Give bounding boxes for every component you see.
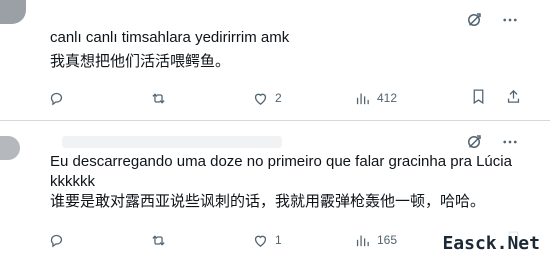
heart-icon (254, 235, 267, 247)
post-1-top-actions (464, 10, 520, 30)
site-watermark: Easck.Net (438, 231, 544, 256)
post-text-original: canlı canlı timsahlara yedirirrim amk (50, 29, 290, 46)
reply-icon (50, 234, 63, 247)
heart-icon (254, 93, 267, 105)
not-interested-icon[interactable] (464, 10, 484, 30)
post-text-translation: 我真想把他们活活喂鳄鱼。 (50, 53, 231, 70)
repost-icon (152, 92, 165, 104)
like-button[interactable]: 2 (252, 90, 354, 107)
reply-button[interactable] (48, 232, 150, 249)
repost-button[interactable] (150, 90, 252, 107)
avatar[interactable] (0, 136, 20, 160)
repost-icon (152, 234, 165, 246)
repost-button[interactable] (150, 232, 252, 249)
post-2-top-actions (464, 132, 520, 152)
post-1[interactable]: canlı canlı timsahlara yedirirrim amk 我真… (0, 0, 550, 121)
views-button[interactable]: 412 (354, 90, 456, 107)
avatar[interactable] (0, 0, 26, 24)
views-icon (356, 93, 369, 104)
reply-button[interactable] (48, 90, 150, 107)
like-count: 2 (275, 91, 282, 105)
more-options-icon[interactable] (500, 132, 520, 152)
post-text-translation: 谁要是敢对露西亚说些讽刺的话，我就用霰弹枪轰他一顿，哈哈。 (50, 193, 486, 210)
view-count: 165 (377, 233, 398, 247)
bookmark-icon[interactable] (470, 88, 487, 108)
share-icon[interactable] (505, 88, 522, 108)
reply-icon (50, 92, 63, 105)
views-icon (356, 235, 369, 246)
redacted-author (62, 136, 282, 148)
not-interested-icon[interactable] (464, 132, 484, 152)
view-count: 412 (377, 91, 398, 105)
post-1-action-bar: 2 412 (48, 88, 522, 108)
like-count: 1 (275, 233, 282, 247)
like-button[interactable]: 1 (252, 232, 354, 249)
more-options-icon[interactable] (500, 10, 520, 30)
post-text-original: Eu descarregando uma doze no primeiro qu… (50, 153, 517, 190)
post-1-secondary-actions (470, 88, 522, 108)
